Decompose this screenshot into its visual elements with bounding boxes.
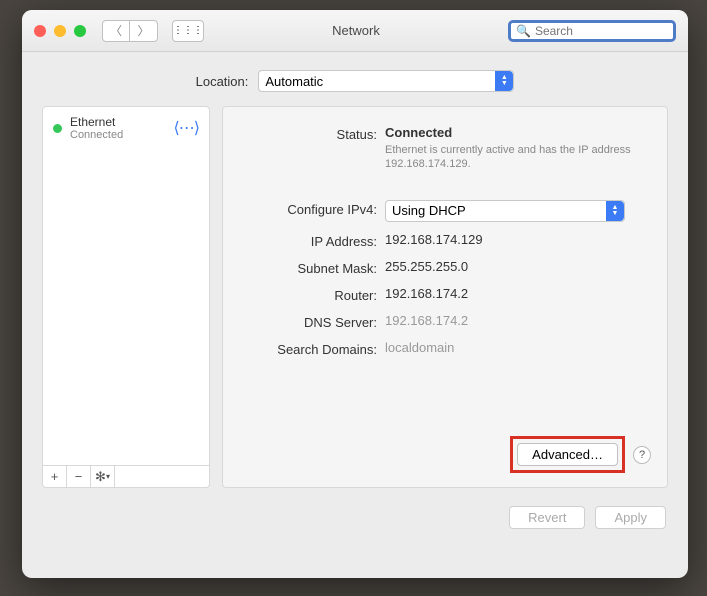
configure-label: Configure IPv4:: [245, 200, 385, 217]
window-title: Network: [210, 23, 502, 38]
router-label: Router:: [245, 286, 385, 303]
configure-ipv4-select[interactable]: Using DHCP ▲▼: [385, 200, 625, 222]
ethernet-icon: ⟨⋯⟩: [174, 118, 199, 138]
interface-status: Connected: [70, 129, 166, 141]
nav-buttons: 〈 〉: [102, 20, 158, 42]
interface-name: Ethernet: [70, 115, 166, 129]
body-area: Ethernet Connected ⟨⋯⟩ + − ✻▾ Status: C: [22, 106, 688, 488]
ip-value: 192.168.174.129: [385, 232, 645, 247]
configure-value: Using DHCP: [392, 203, 466, 218]
location-value: Automatic: [265, 74, 323, 89]
sidebar-item-text: Ethernet Connected: [70, 115, 166, 141]
status-value-group: Connected Ethernet is currently active a…: [385, 125, 645, 172]
action-menu-button[interactable]: ✻▾: [91, 466, 115, 487]
sidebar-toolbar: + − ✻▾: [42, 466, 210, 488]
add-interface-button[interactable]: +: [43, 466, 67, 487]
router-value: 192.168.174.2: [385, 286, 645, 301]
toolbar-spacer: [115, 466, 209, 487]
show-all-button[interactable]: ⋮⋮⋮: [172, 20, 204, 42]
zoom-icon[interactable]: [74, 25, 86, 37]
search-domains-label: Search Domains:: [245, 340, 385, 357]
advanced-row: Advanced… ?: [510, 436, 651, 473]
dns-value: 192.168.174.2: [385, 313, 645, 328]
grid-icon: ⋮⋮⋮: [173, 25, 203, 36]
minimize-icon[interactable]: [54, 25, 66, 37]
sidebar-item-ethernet[interactable]: Ethernet Connected ⟨⋯⟩: [43, 107, 209, 149]
search-icon: 🔍: [516, 24, 531, 38]
search-field[interactable]: 🔍: [508, 20, 676, 42]
status-dot-icon: [53, 124, 62, 133]
forward-button[interactable]: 〉: [130, 20, 158, 42]
location-select[interactable]: Automatic ▲▼: [258, 70, 514, 92]
advanced-highlight: Advanced…: [510, 436, 625, 473]
close-icon[interactable]: [34, 25, 46, 37]
status-label: Status:: [245, 125, 385, 142]
interfaces-sidebar: Ethernet Connected ⟨⋯⟩ + − ✻▾: [42, 106, 210, 488]
dns-label: DNS Server:: [245, 313, 385, 330]
configure-row: Configure IPv4: Using DHCP ▲▼: [245, 200, 645, 222]
ip-row: IP Address: 192.168.174.129: [245, 232, 645, 249]
remove-interface-button[interactable]: −: [67, 466, 91, 487]
network-preferences-window: 〈 〉 ⋮⋮⋮ Network 🔍 Location: Automatic ▲▼…: [22, 10, 688, 578]
back-button[interactable]: 〈: [102, 20, 130, 42]
search-domains-row: Search Domains: localdomain: [245, 340, 645, 357]
interfaces-list[interactable]: Ethernet Connected ⟨⋯⟩: [42, 106, 210, 466]
location-label: Location:: [196, 74, 249, 89]
traffic-lights: [34, 25, 86, 37]
dns-row: DNS Server: 192.168.174.2: [245, 313, 645, 330]
chevron-up-down-icon: ▲▼: [495, 71, 513, 91]
status-description: Ethernet is currently active and has the…: [385, 143, 645, 172]
status-value: Connected: [385, 125, 645, 140]
ip-label: IP Address:: [245, 232, 385, 249]
router-row: Router: 192.168.174.2: [245, 286, 645, 303]
chevron-up-down-icon: ▲▼: [606, 201, 624, 221]
detail-panel: Status: Connected Ethernet is currently …: [222, 106, 668, 488]
subnet-value: 255.255.255.0: [385, 259, 645, 274]
search-domains-value: localdomain: [385, 340, 645, 355]
search-input[interactable]: [535, 24, 668, 38]
advanced-button[interactable]: Advanced…: [517, 443, 618, 466]
subnet-row: Subnet Mask: 255.255.255.0: [245, 259, 645, 276]
status-row: Status: Connected Ethernet is currently …: [245, 125, 645, 172]
revert-button[interactable]: Revert: [509, 506, 585, 529]
gear-icon: ✻: [95, 469, 106, 485]
apply-button[interactable]: Apply: [595, 506, 666, 529]
location-row: Location: Automatic ▲▼: [22, 52, 688, 106]
titlebar: 〈 〉 ⋮⋮⋮ Network 🔍: [22, 10, 688, 52]
subnet-label: Subnet Mask:: [245, 259, 385, 276]
footer: Revert Apply: [22, 488, 688, 547]
help-button[interactable]: ?: [633, 446, 651, 464]
chevron-down-icon: ▾: [106, 472, 110, 481]
